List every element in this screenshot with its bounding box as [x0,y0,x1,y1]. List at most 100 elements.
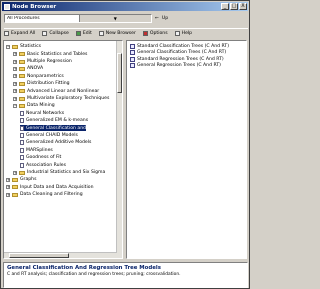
back-button[interactable]: ← [155,16,159,21]
procedure-list[interactable]: Standard Classification Trees (C And RT)… [126,40,247,259]
tree-item-label: Multiple Regression [27,59,72,65]
tree-item-label: General Classification and [26,125,87,131]
list-item-label: General Regression Trees (C And RT) [137,63,221,68]
collapse-button[interactable]: Collapse [42,31,69,36]
new-browser-button[interactable]: New Browser [98,31,136,36]
expand-plus-icon[interactable]: + [13,170,17,175]
document-icon [20,118,24,124]
description-panel: General Classification And Regression Tr… [3,262,248,288]
tree-item[interactable]: − Data Mining [13,103,55,109]
tree-item[interactable]: + ANOVA [13,66,43,72]
up-button[interactable]: Up [162,16,168,21]
tree-item-label: Advanced Linear and Nonlinear [27,88,100,94]
tree-item[interactable]: + Multivariate Exploratory Techniques [13,96,109,102]
list-item-label: Standard Regression Trees (C And RT) [137,56,224,62]
folder-icon [19,81,25,86]
expand-plus-icon[interactable]: + [6,192,10,197]
expand-plus-icon[interactable]: + [13,96,17,101]
tree-item-label: Nonparametrics [27,73,64,79]
minimize-button[interactable]: _ [221,3,229,10]
scroll-thumb[interactable] [117,53,122,93]
list-item[interactable]: General Classification Trees (C And RT) [130,50,226,56]
node-tree[interactable]: − Statistics + Basic Statistics and Tables +… [3,40,123,259]
tree-item[interactable]: + Multiple Regression [13,59,72,65]
help-button[interactable]: Help [174,31,193,36]
expand-plus-icon[interactable]: + [13,74,17,79]
options-icon [142,31,148,36]
scroll-thumb[interactable] [9,253,69,258]
collapse-icon [42,31,48,36]
expand-plus-icon[interactable]: + [13,89,17,94]
node-browser-window: Node Browser _ □ X All Procedures ▼ ← Up… [0,0,250,289]
tree-horizontal-scrollbar[interactable] [4,252,117,258]
list-item-label: General Classification Trees (C And RT) [137,50,227,55]
folder-icon [12,44,18,49]
tree-item[interactable]: + Input Data and Data Acquisition [6,185,93,191]
expand-all-button[interactable]: Expand All [4,31,35,36]
list-item[interactable]: Standard Regression Trees (C And RT) [130,56,224,62]
tree-item[interactable]: + Distribution Fitting [13,81,70,87]
expand-plus-icon[interactable]: + [13,52,17,57]
help-label: Help [181,31,193,36]
address-bar: All Procedures ▼ ← Up [4,13,248,23]
folder-icon [19,74,25,79]
tree-item[interactable]: + Nonparametrics [13,74,64,80]
tree-item[interactable]: − Statistics [6,44,41,50]
tree-item-label: ANOVA [27,66,44,72]
document-icon [20,140,24,146]
folder-icon [19,103,25,108]
document-icon [20,110,24,116]
expand-all-label: Expand All [11,31,36,36]
list-item[interactable]: Standard Classification Trees (C And RT) [130,43,229,49]
document-icon [20,155,24,161]
expand-plus-icon[interactable]: + [6,177,10,182]
expand-plus-icon[interactable]: + [6,185,10,190]
folder-icon [19,66,25,71]
title-bar[interactable]: Node Browser _ □ X [2,2,248,11]
tree-item[interactable]: Goodness of Fit [20,155,61,161]
expand-plus-icon[interactable]: + [13,59,17,64]
document-icon [20,162,24,168]
options-label: Options [149,31,168,36]
tree-vertical-scrollbar[interactable] [116,41,122,258]
tree-item[interactable]: + Data Cleaning and Filtering [6,192,83,198]
tree-item[interactable]: + Graphs [6,177,36,183]
chevron-down-icon[interactable]: ▼ [78,14,151,22]
expand-plus-icon[interactable]: + [13,81,17,86]
window-title: Node Browser [12,3,57,10]
location-combo[interactable]: All Procedures ▼ [4,13,152,23]
folder-icon [12,192,18,197]
description-title: General Classification And Regression Tr… [7,265,161,271]
edit-icon [75,31,81,36]
tree-item[interactable]: + Basic Statistics and Tables [13,51,87,57]
folder-icon [19,96,25,101]
tree-item[interactable]: Association Rules [20,162,66,168]
list-item[interactable]: General Regression Trees (C And RT) [130,63,221,69]
tree-item-label: Input Data and Data Acquisition [20,184,94,190]
tree-item[interactable]: Generalized EM & k-means [20,118,88,124]
help-icon [174,31,180,36]
document-icon [20,133,24,139]
edit-button[interactable]: Edit [75,31,92,36]
tree-item[interactable]: Generalized Additive Models [20,140,91,146]
tree-item[interactable]: General CHAID Models [20,133,78,139]
collapse-minus-icon[interactable]: − [13,103,17,108]
tree-item[interactable]: + Advanced Linear and Nonlinear [13,88,99,94]
expand-plus-icon[interactable]: + [13,66,17,71]
close-button[interactable]: X [239,3,247,10]
nav-buttons: ← Up [155,16,171,21]
new-window-icon [98,31,104,36]
collapse-minus-icon[interactable]: − [6,44,10,49]
tree-item[interactable]: + Industrial Statistics and Six Sigma [13,170,105,176]
tree-item[interactable]: MARSplines [20,147,53,154]
tree-item-label: Distribution Fitting [27,81,70,87]
list-item-label: Standard Classification Trees (C And RT) [137,43,229,49]
tree-item[interactable]: Neural Networks [20,110,64,117]
folder-icon [12,177,18,182]
options-button[interactable]: Options [142,31,168,36]
maximize-button[interactable]: □ [230,3,238,10]
tree-item-label: Data Cleaning and Filtering [20,192,83,198]
procedure-icon [130,56,135,62]
tree-item[interactable]: General Classification and [20,125,87,131]
tree-item-label: Goodness of Fit [26,155,62,161]
